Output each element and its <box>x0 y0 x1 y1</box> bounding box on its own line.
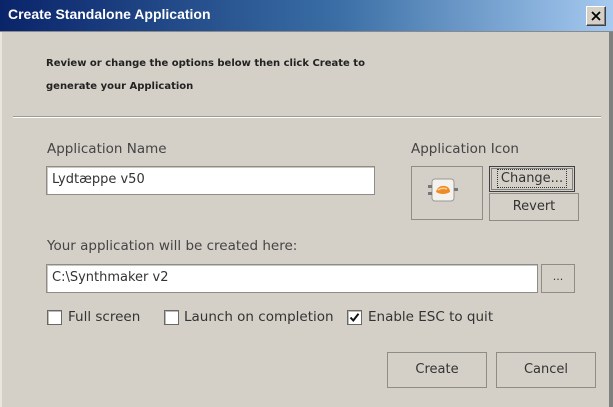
app-icon <box>428 178 458 202</box>
enable-esc-checkbox[interactable] <box>347 310 362 325</box>
title-bar[interactable]: Create Standalone Application <box>0 0 613 32</box>
window-title: Create Standalone Application <box>8 6 211 22</box>
cancel-button[interactable]: Cancel <box>496 352 596 388</box>
intro-line-2: generate your Application <box>46 81 194 92</box>
launch-on-completion-label: Launch on completion <box>184 309 334 325</box>
close-icon <box>591 11 601 21</box>
window-left-border <box>0 32 2 407</box>
change-icon-button-label: Change... <box>496 169 568 188</box>
application-name-label: Application Name <box>47 141 167 157</box>
application-icon-label: Application Icon <box>411 141 519 157</box>
location-label: Your application will be created here: <box>47 238 298 254</box>
checkmark-icon <box>349 313 360 323</box>
create-button[interactable]: Create <box>387 352 487 388</box>
full-screen-checkbox[interactable] <box>47 310 62 325</box>
change-icon-button[interactable]: Change... <box>489 166 575 192</box>
application-icon-preview <box>411 166 483 220</box>
location-input[interactable]: C:\Synthmaker v2 <box>46 264 538 293</box>
application-name-input[interactable]: Lydtæppe v50 <box>46 166 375 195</box>
launch-on-completion-checkbox[interactable] <box>164 310 179 325</box>
enable-esc-label: Enable ESC to quit <box>368 309 494 325</box>
window-right-border <box>609 32 613 407</box>
intro-text: Review or change the options below then … <box>46 52 466 98</box>
close-button[interactable] <box>586 6 606 26</box>
full-screen-label: Full screen <box>68 309 141 325</box>
revert-icon-button[interactable]: Revert <box>489 193 579 221</box>
browse-button[interactable]: ... <box>541 264 575 293</box>
separator <box>13 116 601 118</box>
intro-line-1: Review or change the options below then … <box>46 58 365 69</box>
